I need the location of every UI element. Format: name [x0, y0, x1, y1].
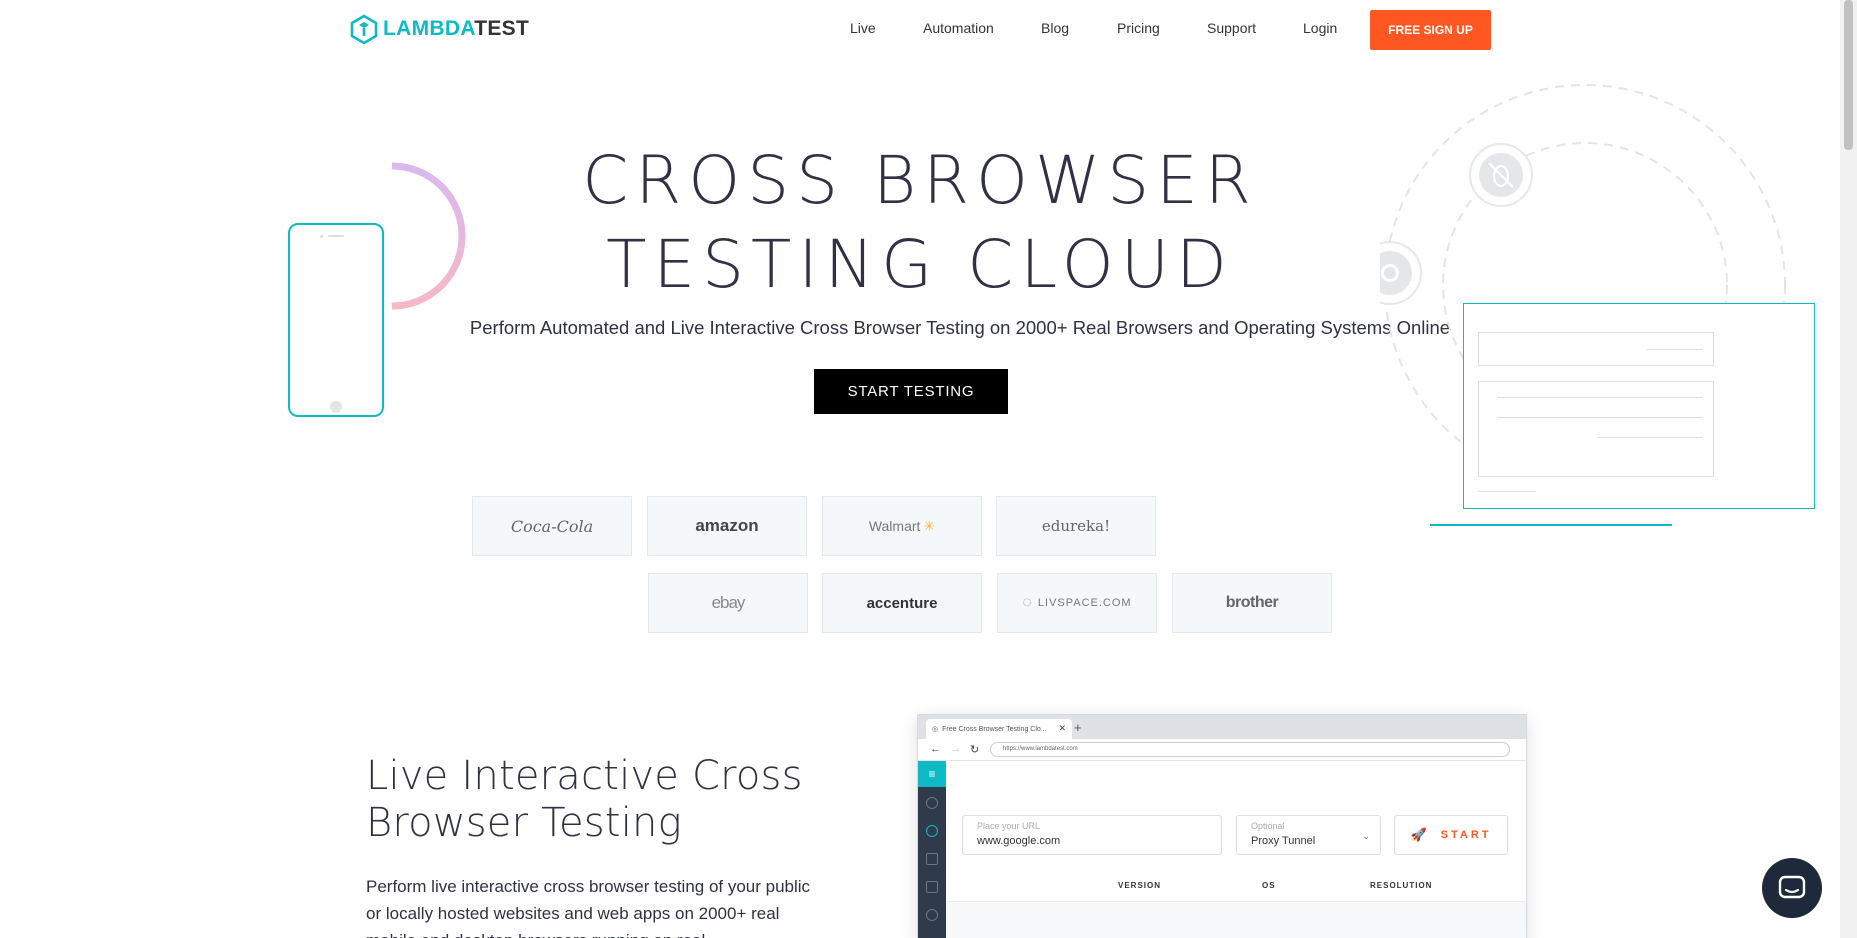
nav-support[interactable]: Support [1207, 20, 1256, 36]
client-logo-walmart: Walmart ✳ [822, 496, 982, 556]
client-logo-coca-cola: Coca-Cola [472, 496, 632, 556]
client-logo-brother: brother [1172, 573, 1332, 633]
livspace-ring-icon: ◌ [1022, 594, 1032, 611]
walmart-spark-icon: ✳ [923, 517, 936, 534]
close-tab-icon: ✕ [1058, 723, 1066, 733]
nav-blog[interactable]: Blog [1041, 20, 1069, 36]
window-footer-line [1478, 491, 1536, 492]
window-content-box [1478, 381, 1714, 477]
mock-address-row: ← → ↻ https://www.lambdatest.com [918, 739, 1526, 761]
client-logo-ebay: ebay [648, 573, 808, 633]
new-tab-icon: + [1074, 720, 1082, 735]
sidebar-dashboard-icon [926, 797, 938, 809]
lambdatest-favicon-icon: ◎ [932, 726, 939, 733]
rocket-icon: 🚀 [1410, 827, 1427, 842]
nav-live[interactable]: Live [850, 20, 876, 36]
logo-wordmark: LAMBDATEST [383, 17, 530, 40]
page-scrollbar[interactable] [1840, 0, 1857, 938]
mock-address-bar: https://www.lambdatest.com [990, 742, 1510, 757]
sidebar-screenshot-icon [926, 853, 938, 865]
mock-results-area [946, 902, 1526, 938]
client-logo-edureka: edureka! [996, 496, 1156, 556]
sidebar-box-icon [926, 881, 938, 893]
hero-title-line2: TESTING CLOUD [606, 226, 1234, 303]
client-logo-amazon: amazon [647, 496, 807, 556]
lambdatest-logo[interactable]: LAMBDATEST [349, 13, 529, 45]
mock-tab: ◎ Free Cross Browser Testing Clo... ✕ [926, 719, 1072, 739]
window-url-bar [1478, 332, 1714, 366]
chat-bubble-icon [1778, 875, 1806, 899]
phone-home-button [330, 401, 342, 413]
client-logo-accenture: accenture [822, 573, 982, 633]
reload-icon: ↻ [970, 744, 980, 756]
nav-pricing[interactable]: Pricing [1117, 20, 1160, 36]
start-testing-button[interactable]: START TESTING [814, 369, 1008, 414]
live-section-body: Perform live interactive cross browser t… [366, 877, 811, 938]
hero-subtitle: Perform Automated and Live Interactive C… [469, 317, 1451, 338]
chat-launcher-button[interactable] [1762, 858, 1822, 918]
phone-camera [320, 235, 323, 238]
sidebar-live-icon [926, 825, 938, 837]
client-logo-livspace: ◌ LIVSPACE.COM [997, 573, 1157, 633]
browser-mockup: ◎ Free Cross Browser Testing Clo... ✕ + … [917, 714, 1527, 938]
free-signup-button[interactable]: FREE SIGN UP [1370, 10, 1491, 50]
forward-arrow-icon: → [950, 743, 961, 755]
phone-illustration [288, 223, 384, 417]
menu-icon: ≡ [918, 761, 946, 787]
live-section-title: Live Interactive Cross Browser Testing [366, 753, 803, 846]
browser-window-illustration [1463, 303, 1815, 509]
mock-tab-bar: ◎ Free Cross Browser Testing Clo... ✕ + [918, 715, 1526, 739]
mock-url-input: Place your URL www.google.com [962, 815, 1222, 855]
gradient-arc-decoration [391, 162, 466, 310]
hero-title-line1: CROSS BROWSER [582, 142, 1258, 219]
bug-icon [1469, 143, 1533, 207]
nav-login[interactable]: Login [1303, 20, 1337, 36]
mock-sidebar: ≡ [918, 761, 946, 938]
teal-underline-decoration [1430, 524, 1672, 526]
lambdatest-logo-icon [350, 14, 378, 44]
scrollbar-thumb[interactable] [1844, 0, 1853, 150]
chevron-down-icon: ⌄ [1362, 831, 1370, 841]
back-arrow-icon: ← [930, 743, 941, 755]
mock-start-button: 🚀 START [1394, 815, 1508, 855]
column-version: VERSION [1118, 881, 1162, 890]
nav-automation[interactable]: Automation [923, 20, 994, 36]
sidebar-automation-icon [926, 909, 938, 921]
phone-speaker [328, 235, 344, 237]
chrome-icon [1380, 241, 1422, 305]
column-os: OS [1262, 881, 1276, 890]
column-resolution: RESOLUTION [1370, 881, 1433, 890]
mock-tunnel-select: Optional Proxy Tunnel ⌄ [1236, 815, 1381, 855]
